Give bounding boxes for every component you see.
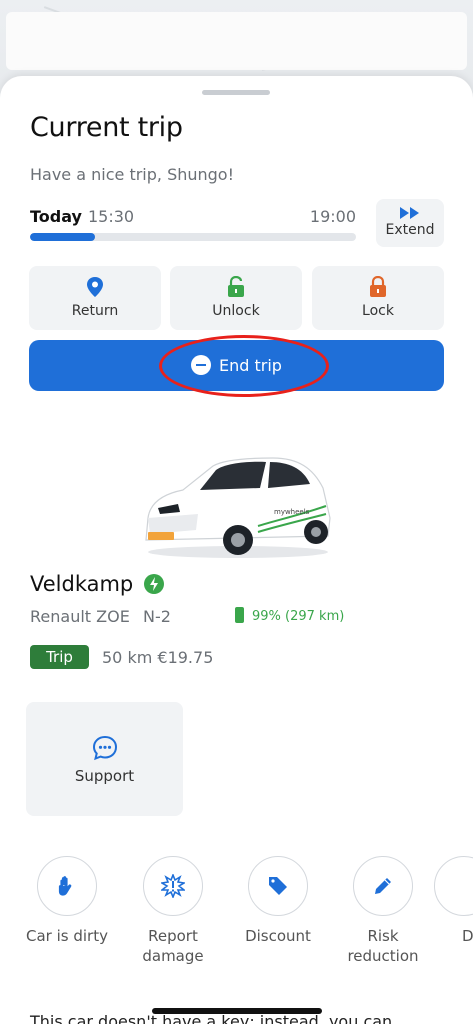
trip-summary: 50 km €19.75: [102, 648, 214, 667]
unlock-button[interactable]: Unlock: [170, 266, 302, 330]
action-row: Return Unlock Lock: [29, 266, 444, 330]
report-damage-label: Report damage: [142, 927, 204, 965]
risk-reduction-button[interactable]: Risk reduction: [328, 856, 438, 966]
greeting-text: Have a nice trip, Shungo!: [30, 165, 234, 184]
battery-status: 99% (297 km): [252, 609, 345, 624]
unlock-label: Unlock: [212, 303, 260, 319]
car-image: mywheels: [145, 457, 331, 558]
locked-padlock-icon: [370, 276, 386, 297]
support-label: Support: [74, 767, 135, 785]
extend-button[interactable]: Extend: [376, 199, 444, 247]
car-model: Renault ZOE: [30, 607, 130, 626]
trip-status-badge: Trip: [30, 645, 89, 669]
top-banner: [6, 12, 467, 70]
car-dirty-button[interactable]: Car is dirty: [12, 856, 122, 946]
car-dirty-label: Car is dirty: [26, 927, 108, 945]
more-action-button[interactable]: D: [434, 856, 473, 946]
fast-forward-icon: [400, 207, 419, 219]
return-label: Return: [71, 303, 119, 319]
day-label: Today: [30, 207, 82, 226]
car-livery-text: mywheels: [274, 508, 310, 516]
report-damage-button[interactable]: Report damage: [118, 856, 228, 966]
discount-label: Discount: [245, 927, 311, 945]
trip-sheet: Current trip Have a nice trip, Shungo! T…: [0, 76, 473, 1024]
car-plate: N-2: [143, 607, 171, 626]
tag-icon: [269, 877, 287, 895]
discount-button[interactable]: Discount: [223, 856, 333, 946]
battery-icon: [235, 607, 244, 623]
lock-button[interactable]: Lock: [312, 266, 444, 330]
trip-time-row: Today 15:30 19:00: [30, 207, 356, 229]
risk-reduction-label: Risk reduction: [347, 927, 419, 965]
chat-bubble-icon: [92, 735, 117, 761]
electric-badge-icon: [144, 574, 164, 594]
home-indicator[interactable]: [152, 1008, 322, 1014]
page-title: Current trip: [30, 112, 183, 143]
support-button[interactable]: Support: [26, 702, 183, 816]
extend-label: Extend: [385, 222, 435, 238]
car-name: Veldkamp: [30, 572, 134, 596]
quick-actions-row: Car is dirty Report damage Discount Risk…: [0, 856, 473, 976]
sheet-grabber[interactable]: [202, 90, 270, 95]
start-time: 15:30: [88, 207, 135, 226]
end-time: 19:00: [309, 207, 356, 226]
highlight-annotation: [159, 335, 329, 397]
unlocked-padlock-icon: [228, 276, 244, 297]
damage-alert-icon: [161, 874, 185, 898]
trip-progress-bar: [30, 233, 356, 241]
more-action-label: D: [462, 927, 473, 945]
lock-label: Lock: [362, 303, 394, 319]
hand-icon: [58, 876, 72, 896]
location-pin-icon: [87, 277, 103, 297]
return-button[interactable]: Return: [29, 266, 161, 330]
trip-progress-fill: [30, 233, 96, 241]
pencil-icon: [375, 878, 391, 894]
